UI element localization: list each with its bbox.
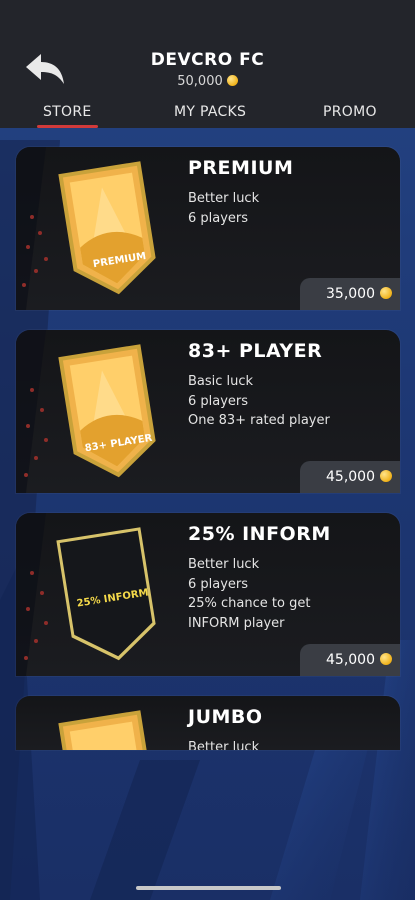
pack-description: Better luck <box>188 738 259 750</box>
tab-promo[interactable]: PROMO <box>323 104 377 120</box>
pack-description-line: 6 players <box>188 210 249 226</box>
pack-price-button[interactable]: 35,000 <box>300 278 400 310</box>
jumbo-pack-image <box>58 710 156 750</box>
tab-bar: STORE MY PACKS PROMO <box>0 98 415 128</box>
83-player-pack-image: 83+ PLAYER <box>16 330 156 493</box>
coin-icon <box>380 287 392 299</box>
pack-card-25-inform[interactable]: 25% INFORM 25% INFORM Better luck 6 play… <box>16 513 400 676</box>
coin-icon <box>226 75 238 86</box>
pack-description-line: Better luck <box>188 191 260 206</box>
pack-card-premium[interactable]: PREMIUM PREMIUM Better luck 6 players 35… <box>16 147 400 310</box>
tab-my-packs[interactable]: MY PACKS <box>174 104 246 120</box>
pack-price-button[interactable]: 45,000 <box>300 461 400 493</box>
premium-pack-image: PREMIUM <box>16 147 156 310</box>
pack-price: 35,000 <box>326 286 375 302</box>
25-inform-pack-image: 25% INFORM <box>16 513 156 676</box>
pack-title: 83+ PLAYER <box>188 340 323 362</box>
pack-description-line: One 83+ rated player <box>188 413 330 428</box>
pack-description: Better luck 6 players <box>188 189 259 228</box>
pack-title: JUMBO <box>188 706 263 728</box>
pack-price: 45,000 <box>326 652 375 668</box>
pack-card-jumbo[interactable]: JUMBO Better luck <box>16 696 400 750</box>
club-name: DEVCRO FC <box>150 50 265 70</box>
pack-description-line: INFORM player <box>188 615 285 631</box>
home-indicator[interactable] <box>136 886 281 890</box>
pack-title: 25% INFORM <box>188 523 331 545</box>
tab-store[interactable]: STORE <box>37 104 98 128</box>
pack-description-line: 6 players <box>188 576 249 592</box>
pack-description: Better luck 6 players 25% chance to get … <box>188 555 310 633</box>
pack-title: PREMIUM <box>188 157 294 179</box>
coin-balance-value: 50,000 <box>177 74 223 89</box>
coin-icon <box>380 653 392 665</box>
pack-description-line: 6 players <box>188 393 249 409</box>
pack-description-line: Better luck <box>188 557 260 572</box>
pack-price-button[interactable]: 45,000 <box>300 644 400 676</box>
pack-description-line: 25% chance to get <box>188 596 311 611</box>
coin-balance: 50,000 <box>0 74 415 89</box>
pack-description-line: Basic luck <box>188 374 254 389</box>
pack-card-83-player[interactable]: 83+ PLAYER 83+ PLAYER Basic luck 6 playe… <box>16 330 400 493</box>
coin-icon <box>380 470 392 482</box>
top-bar: DEVCRO FC 50,000 STORE MY PACKS PROMO <box>0 0 415 128</box>
pack-description: Basic luck 6 players One 83+ rated playe… <box>188 372 330 431</box>
pack-description-line: Better luck <box>188 740 260 750</box>
pack-price: 45,000 <box>326 469 375 485</box>
